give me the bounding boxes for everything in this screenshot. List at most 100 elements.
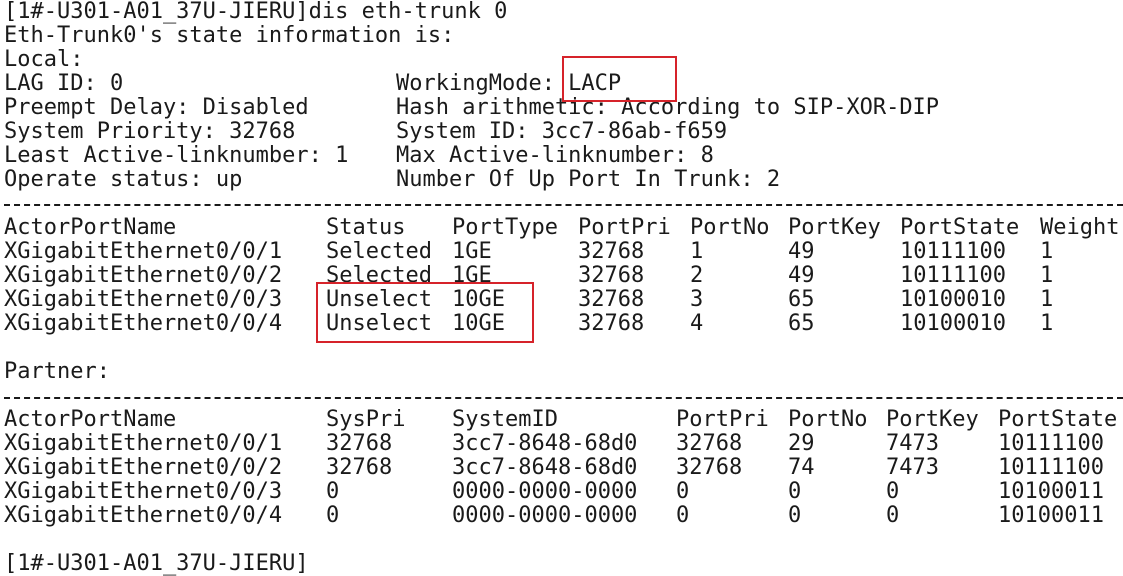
table-cell: 4 bbox=[690, 311, 704, 336]
separator-line bbox=[4, 397, 1123, 399]
table-cell: 65 bbox=[788, 287, 815, 312]
local-info-right: Number Of Up Port In Trunk: 2 bbox=[396, 167, 781, 192]
col-header: PortKey bbox=[886, 407, 979, 432]
col-header: ActorPortName bbox=[4, 407, 177, 432]
table-cell: 1 bbox=[1040, 263, 1054, 288]
local-label-text: Local: bbox=[4, 47, 84, 72]
col-header: PortNo bbox=[788, 407, 868, 432]
table-cell: 10100010 bbox=[900, 287, 1006, 312]
col-header: PortNo bbox=[690, 215, 770, 240]
highlight-box-workingmode bbox=[562, 56, 677, 102]
table-cell: 0000-0000-0000 bbox=[452, 479, 638, 504]
table-cell: 1 bbox=[1040, 239, 1054, 264]
table-cell: 1 bbox=[1040, 311, 1054, 336]
table-cell: 7473 bbox=[886, 431, 939, 456]
col-header: PortPri bbox=[676, 407, 769, 432]
table-cell: 10100011 bbox=[998, 503, 1104, 528]
table-cell: 0 bbox=[788, 479, 802, 504]
state-header: Eth-Trunk0's state information is: bbox=[4, 24, 454, 48]
table-cell: XGigabitEthernet0/0/1 bbox=[4, 239, 283, 264]
table-cell: 2 bbox=[690, 263, 704, 288]
table-cell: 0000-0000-0000 bbox=[452, 503, 638, 528]
table-cell: 10111100 bbox=[900, 263, 1006, 288]
table-row: XGigabitEthernet0/0/4 0 0000-0000-0000 0… bbox=[4, 504, 1104, 528]
table-cell: 0 bbox=[788, 503, 802, 528]
table-cell: 49 bbox=[788, 263, 815, 288]
table-cell: 74 bbox=[788, 455, 815, 480]
final-prompt-text: [1#-U301-A01_37U-JIERU] bbox=[4, 551, 309, 576]
partner-label: Partner: bbox=[4, 360, 110, 384]
table-row: XGigabitEthernet0/0/2 32768 3cc7-8648-68… bbox=[4, 456, 1104, 480]
table-cell: 32768 bbox=[578, 263, 645, 288]
table-cell: 32768 bbox=[578, 311, 645, 336]
table-cell: 10111100 bbox=[998, 431, 1104, 456]
separator-line bbox=[4, 204, 1123, 206]
table-row: XGigabitEthernet0/0/3 0 0000-0000-0000 0… bbox=[4, 480, 1104, 504]
local-info-row: Preempt Delay: Disabled Hash arithmetic:… bbox=[4, 96, 939, 120]
table-cell: XGigabitEthernet0/0/2 bbox=[4, 263, 283, 288]
local-info-left: Least Active-linknumber: 1 bbox=[4, 143, 349, 168]
table-cell: 0 bbox=[676, 479, 690, 504]
table-cell: XGigabitEthernet0/0/4 bbox=[4, 503, 283, 528]
local-info-row: Least Active-linknumber: 1 Max Active-li… bbox=[4, 144, 714, 168]
command-text: [1#-U301-A01_37U-JIERU]dis eth-trunk 0 bbox=[4, 0, 508, 24]
table-cell: 32768 bbox=[578, 239, 645, 264]
local-info-row: System Priority: 32768 System ID: 3cc7-8… bbox=[4, 120, 727, 144]
table-cell: 10111100 bbox=[900, 239, 1006, 264]
table-cell: 1GE bbox=[452, 239, 492, 264]
table-row: XGigabitEthernet0/0/4 Unselect 10GE 3276… bbox=[4, 312, 1053, 336]
col-header: PortState bbox=[900, 215, 1020, 240]
table-row: XGigabitEthernet0/0/1 32768 3cc7-8648-68… bbox=[4, 432, 1104, 456]
col-header: PortState bbox=[998, 407, 1118, 432]
local-label: Local: bbox=[4, 48, 83, 72]
table-cell: XGigabitEthernet0/0/3 bbox=[4, 287, 283, 312]
table-cell: 32768 bbox=[676, 455, 743, 480]
local-info-left: LAG ID: 0 bbox=[4, 71, 124, 96]
table-cell: 3cc7-8648-68d0 bbox=[452, 455, 638, 480]
table-cell: 3 bbox=[690, 287, 704, 312]
table-row: XGigabitEthernet0/0/1 Selected 1GE 32768… bbox=[4, 240, 1053, 264]
local-info-right: Max Active-linknumber: 8 bbox=[396, 143, 714, 168]
table-row: XGigabitEthernet0/0/2 Selected 1GE 32768… bbox=[4, 264, 1053, 288]
highlight-box-unselect bbox=[316, 282, 534, 343]
table-cell: 1 bbox=[690, 239, 704, 264]
table-cell: XGigabitEthernet0/0/3 bbox=[4, 479, 283, 504]
col-header: Weight bbox=[1040, 215, 1120, 240]
table-cell: 32768 bbox=[676, 431, 743, 456]
col-header: ActorPortName bbox=[4, 215, 177, 240]
col-header: PortPri bbox=[578, 215, 671, 240]
local-info-right: System ID: 3cc7-86ab-f659 bbox=[396, 119, 728, 144]
table-cell: Selected bbox=[326, 239, 432, 264]
local-info-row: Operate status: up Number Of Up Port In … bbox=[4, 168, 780, 192]
table-cell: 10111100 bbox=[998, 455, 1104, 480]
table-cell: 0 bbox=[886, 479, 900, 504]
col-header: PortType bbox=[452, 215, 558, 240]
col-header: PortKey bbox=[788, 215, 881, 240]
partner-table-header: ActorPortName SysPri SystemID PortPri Po… bbox=[4, 408, 1117, 432]
local-info-left: Preempt Delay: Disabled bbox=[4, 95, 309, 120]
partner-label-text: Partner: bbox=[4, 359, 110, 384]
state-header-text: Eth-Trunk0's state information is: bbox=[4, 23, 455, 48]
local-info-left: System Priority: 32768 bbox=[4, 119, 296, 144]
col-header: Status bbox=[326, 215, 406, 240]
table-cell: 7473 bbox=[886, 455, 939, 480]
table-cell: 10100010 bbox=[900, 311, 1006, 336]
command-line: [1#-U301-A01_37U-JIERU]dis eth-trunk 0 bbox=[4, 0, 507, 24]
table-cell: 32768 bbox=[578, 287, 645, 312]
table-cell: 3cc7-8648-68d0 bbox=[452, 431, 638, 456]
local-info-left: Operate status: up bbox=[4, 167, 243, 192]
table-cell: 0 bbox=[326, 503, 340, 528]
table-cell: XGigabitEthernet0/0/1 bbox=[4, 431, 283, 456]
table-cell: XGigabitEthernet0/0/4 bbox=[4, 311, 283, 336]
col-header: SysPri bbox=[326, 407, 406, 432]
table-cell: 1 bbox=[1040, 287, 1054, 312]
table-cell: 10100011 bbox=[998, 479, 1104, 504]
table-cell: 29 bbox=[788, 431, 815, 456]
table-cell: XGigabitEthernet0/0/2 bbox=[4, 455, 283, 480]
table-cell: 32768 bbox=[326, 455, 393, 480]
table-cell: 65 bbox=[788, 311, 815, 336]
final-prompt[interactable]: [1#-U301-A01_37U-JIERU] bbox=[4, 552, 309, 576]
table-row: XGigabitEthernet0/0/3 Unselect 10GE 3276… bbox=[4, 288, 1053, 312]
table-cell: 32768 bbox=[326, 431, 393, 456]
local-info-row: LAG ID: 0 WorkingMode: LACP bbox=[4, 72, 621, 96]
